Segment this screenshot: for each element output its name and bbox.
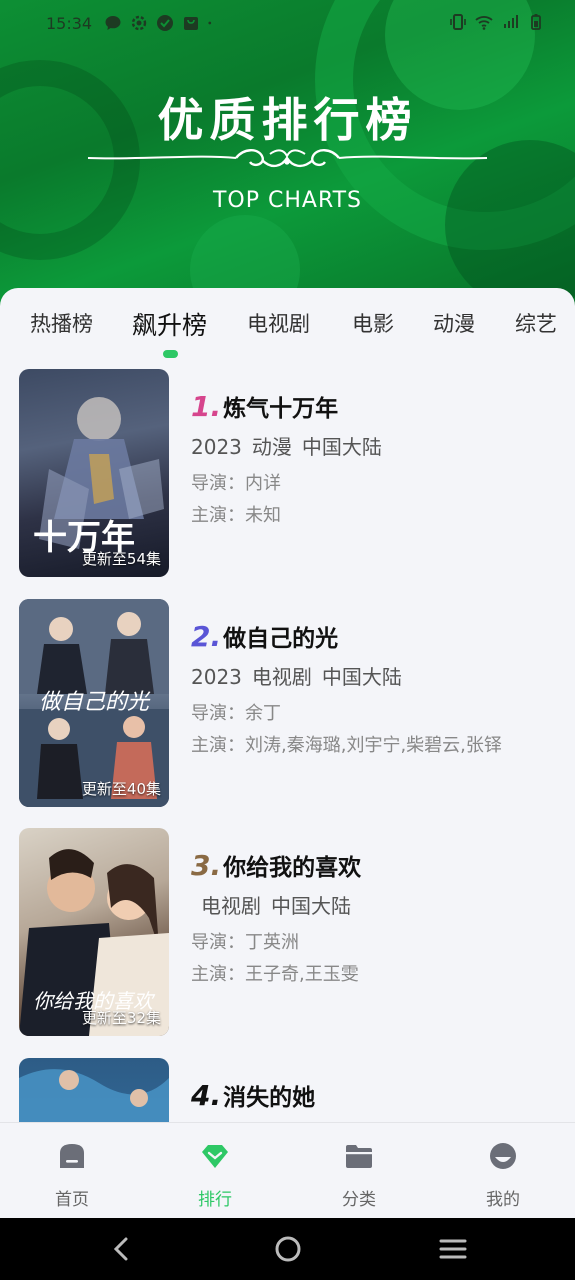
nav-label: 首页 [55,1190,89,1210]
update-badge: 更新至40集 [81,780,161,798]
item-actors: 主演：王子奇,王玉雯 [191,964,359,985]
tab-movie[interactable]: 电影 [352,308,394,338]
poster-title-art: 做自己的光 [39,690,151,715]
item-genre: 电视剧 [201,894,261,918]
wifi-icon [475,16,493,30]
item-actors: 主演：刘涛,秦海璐,刘宇宁,柴碧云,张铎 [191,735,502,756]
nav-category[interactable]: 分类 [309,1123,409,1219]
poster-artwork: 你给我的喜欢 [19,849,169,1036]
user-icon [490,1143,516,1169]
item-year: 2023 [191,435,242,459]
vibrate-icon [450,14,466,30]
list-item[interactable]: 4.消失的她 [0,1058,575,1122]
banner-header: 15:34 优质排行榜 TOP CHARTS [0,0,575,310]
status-time: 15:34 [46,14,93,33]
nav-label: 排行 [198,1190,232,1210]
nav-label: 分类 [342,1190,376,1210]
signal-icon [504,15,518,28]
item-director: 导演：内详 [191,473,281,494]
active-tab-indicator [163,350,178,358]
tab-anime[interactable]: 动漫 [433,308,475,338]
item-director: 导演：余丁 [191,703,281,724]
item-title[interactable]: 4.消失的她 [191,1078,315,1112]
item-region: 中国大陆 [271,894,351,918]
list-item[interactable]: 做自己的光 更新至40集 2.做自己的光 2023 电视剧 中国大陆 导演：余丁 主… [0,599,575,809]
tab-rising[interactable]: 飙升榜 [132,306,207,342]
bottom-nav: 首页 排行 分类 我的 [0,1122,575,1218]
title-text: 炼气十万年 [223,396,339,422]
nav-home[interactable]: 首页 [22,1123,122,1219]
item-director: 导演：丁英洲 [191,932,299,953]
ranking-panel: 热播榜 飙升榜 电视剧 电影 动漫 综艺 十万年 更新至54集 1.炼气十万年 … [0,288,575,1122]
category-tabs: 热播榜 飙升榜 电视剧 电影 动漫 综艺 [0,288,575,358]
home-icon [60,1144,84,1168]
item-genre: 电视剧 [251,665,312,689]
list-item[interactable]: 十万年 更新至54集 1.炼气十万年 2023 动漫 中国大陆 导演：内详 主演：未… [0,369,575,579]
item-title[interactable]: 1.炼气十万年 [191,389,338,423]
folder-icon [346,1145,372,1168]
item-actors: 主演：未知 [191,505,281,526]
update-badge: 更新至54集 [81,550,161,568]
item-meta: 2023 电视剧 中国大陆 [191,661,412,690]
title-text: 消失的她 [223,1085,316,1111]
title-text: 你给我的喜欢 [223,855,362,881]
nav-label: 我的 [486,1190,520,1210]
item-genre: 动漫 [251,435,292,459]
tab-hot[interactable]: 热播榜 [30,308,93,338]
poster-image[interactable]: 你给我的喜欢 更新至32集 [19,828,169,1036]
rank-number: 3. [191,849,222,882]
diamond-icon [202,1145,228,1168]
bag-icon [184,17,198,30]
rank-number: 1. [191,390,222,423]
poster-image[interactable] [19,1058,169,1122]
update-badge: 更新至32集 [81,1009,161,1027]
tab-tv[interactable]: 电视剧 [247,308,310,338]
title-text: 做自己的光 [223,626,339,652]
ornament-divider-icon [87,149,488,168]
poster-image[interactable]: 十万年 更新至54集 [19,369,169,577]
back-icon[interactable] [106,1234,136,1264]
home-button-icon[interactable] [273,1234,303,1264]
page-subtitle: TOP CHARTS [212,188,363,213]
poster-artwork: 做自己的光 [19,599,169,807]
item-title[interactable]: 3.你给我的喜欢 [191,848,361,882]
item-meta: 2023 动漫 中国大陆 [191,431,392,460]
poster-artwork [19,1069,169,1122]
poster-artwork: 十万年 [33,397,164,558]
item-title[interactable]: 2.做自己的光 [191,619,338,653]
settings-icon [131,15,147,31]
status-bar: 15:34 [0,0,575,48]
nav-profile[interactable]: 我的 [453,1123,553,1219]
chat-icon [105,16,121,30]
item-region: 中国大陆 [301,435,382,459]
dot-icon [208,21,212,25]
item-region: 中国大陆 [321,665,402,689]
recents-icon[interactable] [438,1234,468,1264]
item-year: 2023 [191,665,242,689]
poster-image[interactable]: 做自己的光 更新至40集 [19,599,169,807]
check-circle-icon [157,15,173,31]
list-item[interactable]: 你给我的喜欢 更新至32集 3.你给我的喜欢 电视剧 中国大陆 导演：丁英洲 主演… [0,828,575,1038]
tab-variety[interactable]: 综艺 [515,308,557,338]
rank-number: 2. [191,620,222,653]
page-title: 优质排行榜 [157,93,418,147]
battery-icon [531,14,541,30]
system-nav-bar [0,1218,575,1280]
item-meta: 电视剧 中国大陆 [201,890,361,919]
rank-number: 4. [191,1079,222,1112]
nav-ranking[interactable]: 排行 [165,1123,265,1219]
